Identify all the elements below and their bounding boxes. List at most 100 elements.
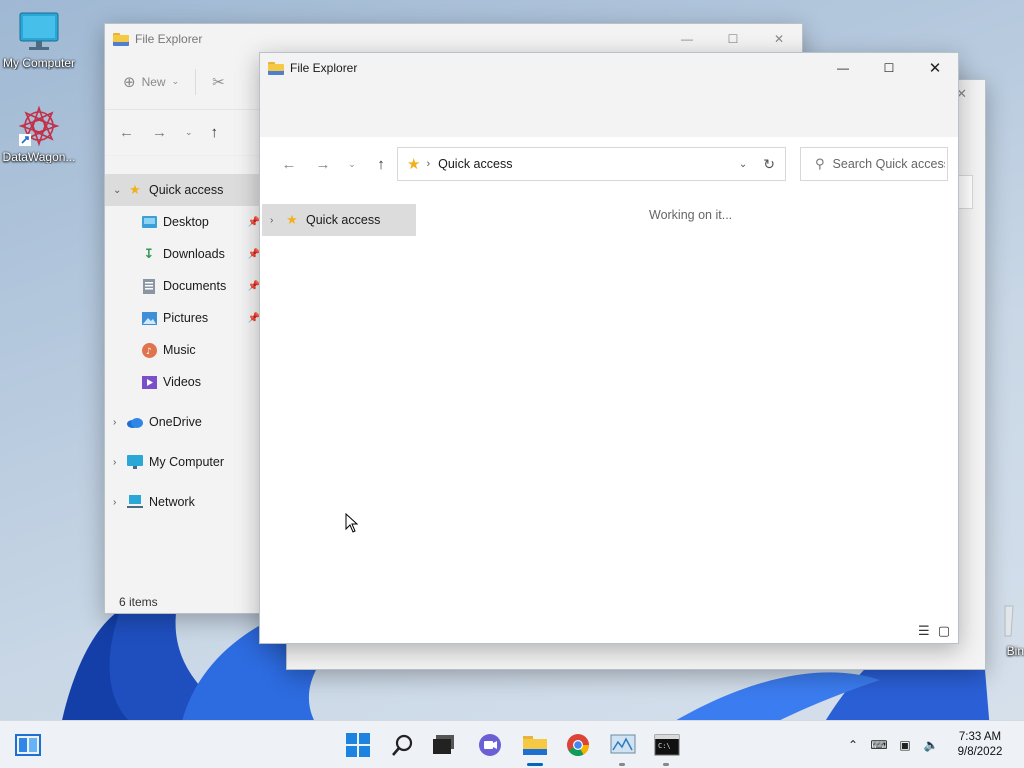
- chevron-down-icon[interactable]: ⌄: [739, 159, 747, 170]
- monitor-app-icon: [610, 734, 636, 754]
- taskbar-file-explorer[interactable]: [519, 729, 551, 766]
- nav-item-label: Network: [149, 495, 195, 509]
- close-button[interactable]: ✕: [912, 53, 958, 83]
- picture-icon: [141, 310, 157, 326]
- chevron-right-icon[interactable]: ›: [113, 457, 127, 468]
- chevron-down-icon[interactable]: ⌄: [113, 185, 127, 196]
- nav-item-videos[interactable]: Videos: [105, 366, 262, 398]
- new-button[interactable]: ⊕ New ⌄: [123, 73, 179, 91]
- plus-circle-icon: ⊕: [123, 73, 136, 91]
- chevron-right-icon[interactable]: ›: [270, 215, 284, 226]
- search-input[interactable]: [832, 157, 945, 171]
- widgets-icon: [15, 734, 41, 756]
- taskbar-chrome[interactable]: [562, 729, 594, 761]
- taskbar-clock[interactable]: 7:33 AM 9/8/2022: [944, 730, 1016, 760]
- nav-item-label: Pictures: [163, 311, 209, 325]
- nav-item-quick-access[interactable]: › ★ Quick access: [262, 204, 416, 236]
- keyboard-icon[interactable]: ⌨: [866, 738, 892, 752]
- window-title: File Explorer: [135, 32, 203, 46]
- nav-item-label: Videos: [163, 375, 201, 389]
- network-status-icon[interactable]: ▣: [892, 738, 918, 752]
- command-bar: [260, 83, 958, 137]
- desktop-icon-label: DataWagon...: [2, 150, 76, 164]
- nav-item-label: Downloads: [163, 247, 225, 261]
- volume-icon[interactable]: 🔈: [918, 738, 944, 752]
- minimize-button[interactable]: —: [820, 53, 866, 83]
- breadcrumb-separator-icon: ›: [426, 158, 431, 170]
- clock-time: 7:33 AM: [958, 731, 1002, 743]
- file-explorer-window-front[interactable]: File Explorer — ☐ ✕ ← → ⌄ ↑ ★ › Quick ac…: [259, 52, 959, 644]
- maximize-button[interactable]: ☐: [866, 53, 912, 83]
- back-arrow-icon[interactable]: ←: [119, 124, 134, 141]
- cut-icon[interactable]: ✂: [212, 73, 225, 91]
- nav-item-label: Documents: [163, 279, 227, 293]
- nav-item-network[interactable]: › Network: [105, 486, 262, 518]
- system-tray: ⌃ ⌨ ▣ 🔈 7:33 AM 9/8/2022: [840, 721, 1024, 768]
- chat-button[interactable]: [474, 729, 506, 761]
- nav-item-documents[interactable]: Documents 📌: [105, 270, 262, 302]
- search-box[interactable]: ⚲: [800, 147, 948, 181]
- desktop-icon-label: My Computer: [2, 56, 76, 70]
- chevron-right-icon[interactable]: ›: [113, 417, 127, 428]
- nav-item-label: Desktop: [163, 215, 209, 229]
- video-icon: [141, 374, 157, 390]
- back-arrow-icon[interactable]: ←: [272, 156, 306, 173]
- folder-icon: [113, 32, 129, 46]
- widgets-button[interactable]: [12, 729, 44, 761]
- minimize-button[interactable]: —: [664, 24, 710, 54]
- folder-icon: [268, 61, 284, 75]
- nav-item-onedrive[interactable]: › OneDrive: [105, 406, 262, 438]
- search-icon: [392, 734, 413, 756]
- show-hidden-icons-chevron-up-icon[interactable]: ⌃: [840, 738, 866, 752]
- nav-item-label: Quick access: [306, 213, 381, 227]
- window-title: File Explorer: [290, 61, 358, 75]
- breadcrumb-location[interactable]: Quick access: [438, 157, 512, 171]
- forward-arrow-icon[interactable]: →: [306, 156, 340, 173]
- nav-item-my-computer[interactable]: › My Computer: [105, 446, 262, 478]
- title-bar[interactable]: File Explorer — ☐ ✕: [105, 24, 802, 54]
- recent-locations-icon[interactable]: ⌄: [185, 127, 193, 138]
- desktop-icon: [141, 214, 157, 230]
- nav-item-quick-access[interactable]: ⌄ ★ Quick access: [105, 174, 262, 206]
- title-bar[interactable]: File Explorer — ☐ ✕: [260, 53, 958, 83]
- running-indicator: [663, 763, 669, 766]
- maximize-button[interactable]: ☐: [710, 24, 756, 54]
- up-arrow-icon[interactable]: ↑: [364, 156, 398, 173]
- datawagon-app-icon: [17, 104, 61, 148]
- nav-item-music[interactable]: ♪ Music: [105, 334, 262, 366]
- navigation-pane: ⌄ ★ Quick access Desktop 📌 ↧ Downloads 📌…: [105, 174, 262, 518]
- navigation-pane: › ★ Quick access: [262, 204, 416, 236]
- file-explorer-icon: [523, 736, 547, 755]
- taskbar-terminal[interactable]: C:\: [651, 729, 683, 766]
- svg-text:♪: ♪: [146, 347, 152, 357]
- start-button[interactable]: [342, 729, 374, 761]
- recent-locations-icon[interactable]: ⌄: [340, 159, 364, 170]
- nav-item-desktop[interactable]: Desktop 📌: [105, 206, 262, 238]
- task-view-icon: [433, 735, 454, 754]
- star-icon: ★: [286, 212, 298, 227]
- document-icon: [141, 278, 157, 294]
- monitor-icon: [17, 10, 61, 54]
- nav-item-label: Quick access: [149, 183, 224, 197]
- chevron-down-icon: ⌄: [171, 76, 180, 86]
- new-button-label: New: [141, 74, 166, 89]
- running-indicator: [619, 763, 625, 766]
- task-view-button[interactable]: [428, 729, 460, 761]
- desktop-icon-datawagon[interactable]: DataWagon...: [0, 104, 78, 164]
- active-indicator: [527, 763, 543, 766]
- nav-item-downloads[interactable]: ↧ Downloads 📌: [105, 238, 262, 270]
- details-view-icon[interactable]: ☰: [918, 623, 930, 639]
- taskbar-search-button[interactable]: [387, 729, 419, 761]
- nav-item-pictures[interactable]: Pictures 📌: [105, 302, 262, 334]
- divider: [195, 68, 197, 95]
- chevron-right-icon[interactable]: ›: [113, 497, 127, 508]
- taskbar-monitor-app[interactable]: [607, 729, 639, 766]
- up-arrow-icon[interactable]: ↑: [211, 124, 219, 141]
- address-bar[interactable]: ★ › Quick access ⌄ ↻: [397, 147, 786, 181]
- nav-item-label: OneDrive: [149, 415, 202, 429]
- desktop-icon-my-computer[interactable]: My Computer: [0, 10, 78, 70]
- refresh-icon[interactable]: ↻: [763, 156, 775, 173]
- forward-arrow-icon[interactable]: →: [152, 124, 167, 141]
- close-button[interactable]: ✕: [756, 24, 802, 54]
- large-icons-view-icon[interactable]: ▢: [938, 623, 950, 639]
